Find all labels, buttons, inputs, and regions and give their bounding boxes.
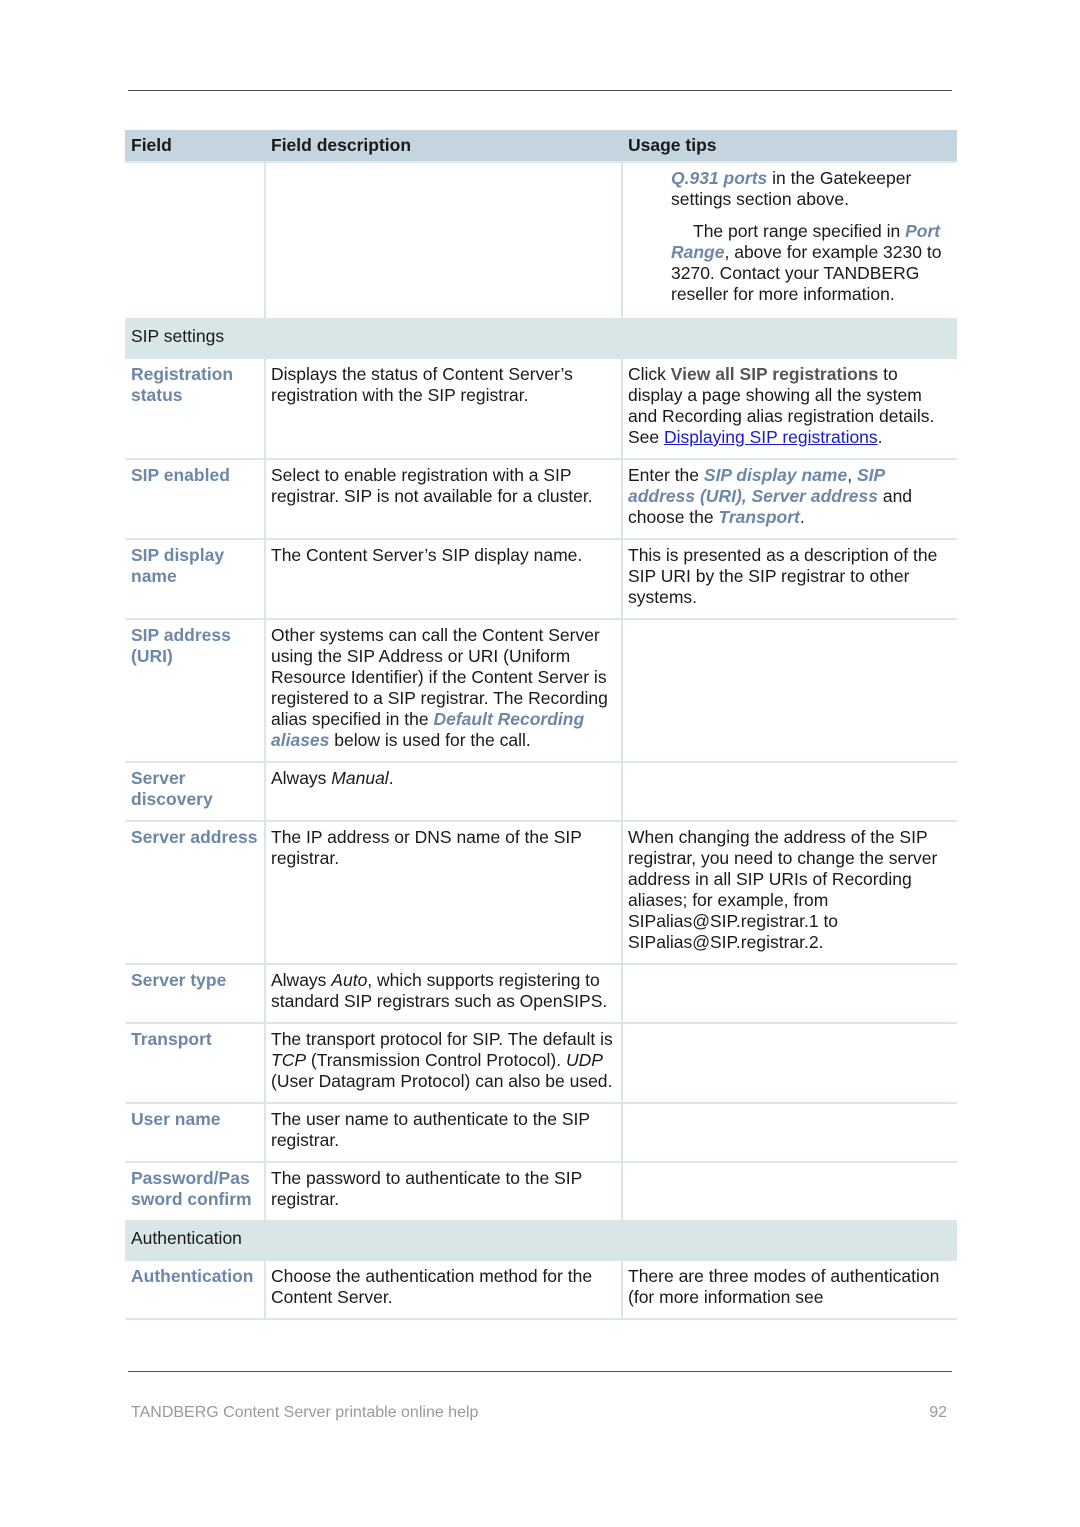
table-row: SIP enabled Select to enable registratio… — [125, 459, 957, 540]
tip-cell — [621, 619, 957, 763]
section-title: SIP settings — [125, 319, 957, 359]
description-cell: Always Manual. — [264, 762, 622, 822]
tip-cell — [621, 1162, 957, 1222]
tip-cell — [621, 762, 957, 822]
field-transport: Transport — [125, 1023, 265, 1104]
section-title: Authentication — [125, 1221, 957, 1261]
tip-cell — [621, 1103, 957, 1163]
column-header-description: Field description — [265, 130, 622, 163]
table-row: Server discovery Always Manual. — [125, 762, 957, 822]
field-user-name: User name — [125, 1103, 265, 1163]
table-row: User name The user name to authenticate … — [125, 1103, 957, 1163]
tip-paragraph: Q.931 ports in the Gatekeeper settings s… — [671, 168, 912, 209]
field-cell — [125, 162, 265, 320]
description-cell: The password to authenticate to the SIP … — [264, 1162, 622, 1222]
field-server-type: Server type — [125, 964, 265, 1024]
link-displaying-sip-registrations[interactable]: Displaying SIP registrations — [664, 427, 878, 447]
table-row: Server type Always Auto, which supports … — [125, 964, 957, 1024]
section-row-authentication: Authentication — [125, 1221, 957, 1261]
table-row: SIP address (URI) Other systems can call… — [125, 619, 957, 763]
description-cell: The IP address or DNS name of the SIP re… — [264, 821, 622, 965]
tip-cell — [621, 1023, 957, 1104]
description-cell: The user name to authenticate to the SIP… — [264, 1103, 622, 1163]
field-server-discovery: Server discovery — [125, 762, 265, 822]
tip-cell: Click View all SIP registrations to disp… — [621, 358, 957, 460]
column-header-usage-tips: Usage tips — [622, 130, 957, 163]
field-registration-status: Registration status — [125, 358, 265, 460]
description-cell: Always Auto, which supports registering … — [264, 964, 622, 1024]
field-sip-address-uri: SIP address (URI) — [125, 619, 265, 763]
description-cell: The Content Server’s SIP display name. — [264, 539, 622, 620]
tip-paragraph: The port range specified in Port Range, … — [671, 221, 942, 304]
footer-page-number: 92 — [929, 1404, 947, 1421]
footer-document-title: TANDBERG Content Server printable online… — [131, 1404, 479, 1421]
description-cell: The transport protocol for SIP. The defa… — [264, 1023, 622, 1104]
description-cell: Choose the authentication method for the… — [264, 1260, 622, 1320]
table-row: SIP display name The Content Server’s SI… — [125, 539, 957, 620]
table-row-continuation: Q.931 ports in the Gatekeeper settings s… — [125, 162, 957, 320]
column-header-field: Field — [125, 130, 265, 163]
ref-transport[interactable]: Transport — [718, 507, 799, 527]
section-row-sip-settings: SIP settings — [125, 319, 957, 359]
field-sip-enabled: SIP enabled — [125, 459, 265, 540]
tip-cell: When changing the address of the SIP reg… — [621, 821, 957, 965]
table-row: Transport The transport protocol for SIP… — [125, 1023, 957, 1104]
header-rule — [128, 90, 952, 91]
ref-sip-display-name[interactable]: SIP display name — [704, 465, 847, 485]
field-authentication: Authentication — [125, 1260, 265, 1320]
field-password-confirm: Password/Password confirm — [125, 1162, 265, 1222]
table-row: Authentication Choose the authentication… — [125, 1260, 957, 1320]
field-server-address: Server address — [125, 821, 265, 965]
tip-cell: Q.931 ports in the Gatekeeper settings s… — [621, 162, 957, 320]
description-cell — [264, 162, 622, 320]
table-header-row: Field Field description Usage tips — [125, 130, 957, 163]
description-cell: Select to enable registration with a SIP… — [264, 459, 622, 540]
ui-ref-view-all-sip-registrations: View all SIP registrations — [670, 364, 879, 384]
tip-cell: Enter the SIP display name, SIP address … — [621, 459, 957, 540]
table-row: Password/Password confirm The password t… — [125, 1162, 957, 1222]
description-cell: Displays the status of Content Server’s … — [264, 358, 622, 460]
ref-q931-ports[interactable]: Q.931 ports — [671, 168, 767, 188]
table-row: Server address The IP address or DNS nam… — [125, 821, 957, 965]
description-cell: Other systems can call the Content Serve… — [264, 619, 622, 763]
tip-cell: There are three modes of authentication … — [621, 1260, 957, 1320]
footer-rule — [128, 1371, 952, 1372]
tip-cell: This is presented as a description of th… — [621, 539, 957, 620]
field-table: Field Field description Usage tips Q.931… — [125, 130, 957, 1320]
table-row: Registration status Displays the status … — [125, 358, 957, 460]
field-sip-display-name: SIP display name — [125, 539, 265, 620]
tip-cell — [621, 964, 957, 1024]
